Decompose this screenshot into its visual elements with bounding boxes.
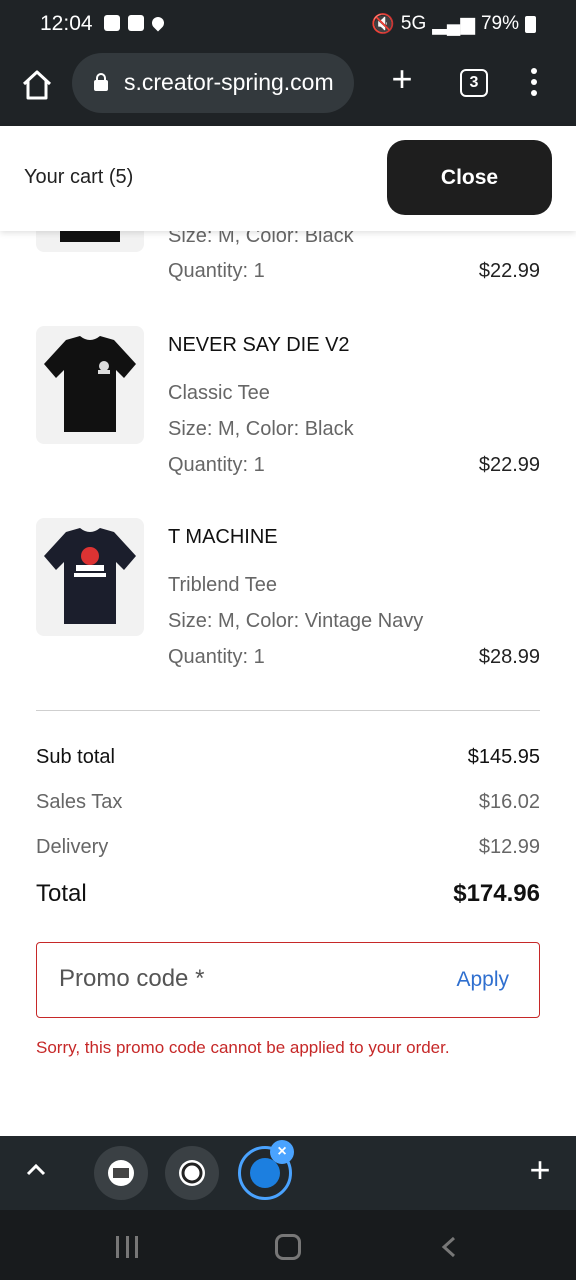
- battery-icon: [525, 15, 536, 33]
- subtotal-label: Sub total: [36, 746, 115, 768]
- more-menu-icon[interactable]: [522, 68, 546, 100]
- lock-icon: [94, 73, 108, 91]
- outlook-icon: [128, 15, 144, 31]
- tab-group-bar: × +: [0, 1136, 576, 1210]
- tab-switcher-button[interactable]: 3: [460, 69, 488, 97]
- status-right: 🔇 5G ▂▄▆ 79%: [371, 12, 536, 36]
- home-nav-icon[interactable]: [275, 1234, 301, 1260]
- item-quantity: Quantity: 1: [168, 646, 265, 668]
- signal-icon: ▂▄▆: [432, 13, 475, 35]
- delivery-label: Delivery: [36, 836, 109, 858]
- delivery-value: $12.99: [478, 836, 540, 858]
- item-quantity: Quantity: 1: [168, 260, 265, 282]
- item-name: T MACHINE: [168, 526, 278, 548]
- notification-icons: [104, 14, 167, 32]
- item-quantity: Quantity: 1: [168, 454, 265, 476]
- add-tab-icon[interactable]: +: [524, 1152, 556, 1188]
- subtotal-value: $145.95: [467, 746, 540, 768]
- site-favicon-icon: [179, 1160, 205, 1186]
- mute-icon: 🔇: [371, 14, 395, 35]
- item-price: $28.99: [478, 646, 540, 668]
- close-tab-icon[interactable]: ×: [270, 1140, 294, 1164]
- summary-divider: [36, 710, 540, 711]
- promo-code-field[interactable]: Promo code * Apply: [36, 942, 540, 1018]
- browser-toolbar: s.creator-spring.com + 3: [0, 50, 576, 126]
- apply-button[interactable]: Apply: [456, 968, 509, 992]
- item-style: Triblend Tee: [168, 574, 277, 596]
- item-style: Classic Tee: [168, 382, 270, 404]
- tax-value: $16.02: [478, 791, 540, 813]
- item-size-color: Size: M, Color: Vintage Navy: [168, 610, 424, 632]
- total-label: Total: [36, 880, 87, 907]
- status-bar: 12:04 🔇 5G ▂▄▆ 79%: [0, 0, 576, 50]
- close-button[interactable]: Close: [387, 140, 552, 215]
- total-value: $174.96: [453, 880, 540, 907]
- site-favicon-icon: [108, 1160, 134, 1186]
- tshirt-image: [44, 336, 136, 432]
- item-price: $22.99: [478, 260, 540, 282]
- promo-code-placeholder[interactable]: Promo code *: [59, 965, 204, 993]
- home-icon[interactable]: [18, 66, 56, 104]
- item-name: NEVER SAY DIE V2: [168, 334, 350, 356]
- item-price: $22.99: [478, 454, 540, 476]
- location-icon: [149, 14, 167, 32]
- item-size-color: Size: M, Color: Black: [168, 418, 354, 440]
- chevron-up-icon[interactable]: [24, 1158, 48, 1182]
- url-text: s.creator-spring.com: [124, 69, 334, 95]
- address-bar[interactable]: s.creator-spring.com: [72, 53, 354, 113]
- chat-icon: [104, 15, 120, 31]
- product-thumbnail[interactable]: [36, 518, 144, 636]
- system-nav-bar: [0, 1210, 576, 1280]
- cart-title: Your cart (5): [24, 166, 134, 188]
- tshirt-image: [44, 528, 136, 624]
- product-thumbnail[interactable]: [36, 326, 144, 444]
- tab-thumbnail-2[interactable]: [165, 1146, 219, 1200]
- cart-header: Your cart (5) Close: [0, 126, 576, 231]
- back-icon[interactable]: [440, 1236, 458, 1258]
- network-label: 5G: [400, 13, 427, 34]
- battery-label: 79%: [480, 13, 519, 34]
- recent-apps-icon[interactable]: [116, 1236, 138, 1258]
- new-tab-icon[interactable]: +: [386, 61, 418, 97]
- tax-label: Sales Tax: [36, 791, 123, 813]
- promo-error-message: Sorry, this promo code cannot be applied…: [36, 1038, 450, 1057]
- tab-thumbnail-1[interactable]: [94, 1146, 148, 1200]
- status-time: 12:04: [40, 12, 93, 35]
